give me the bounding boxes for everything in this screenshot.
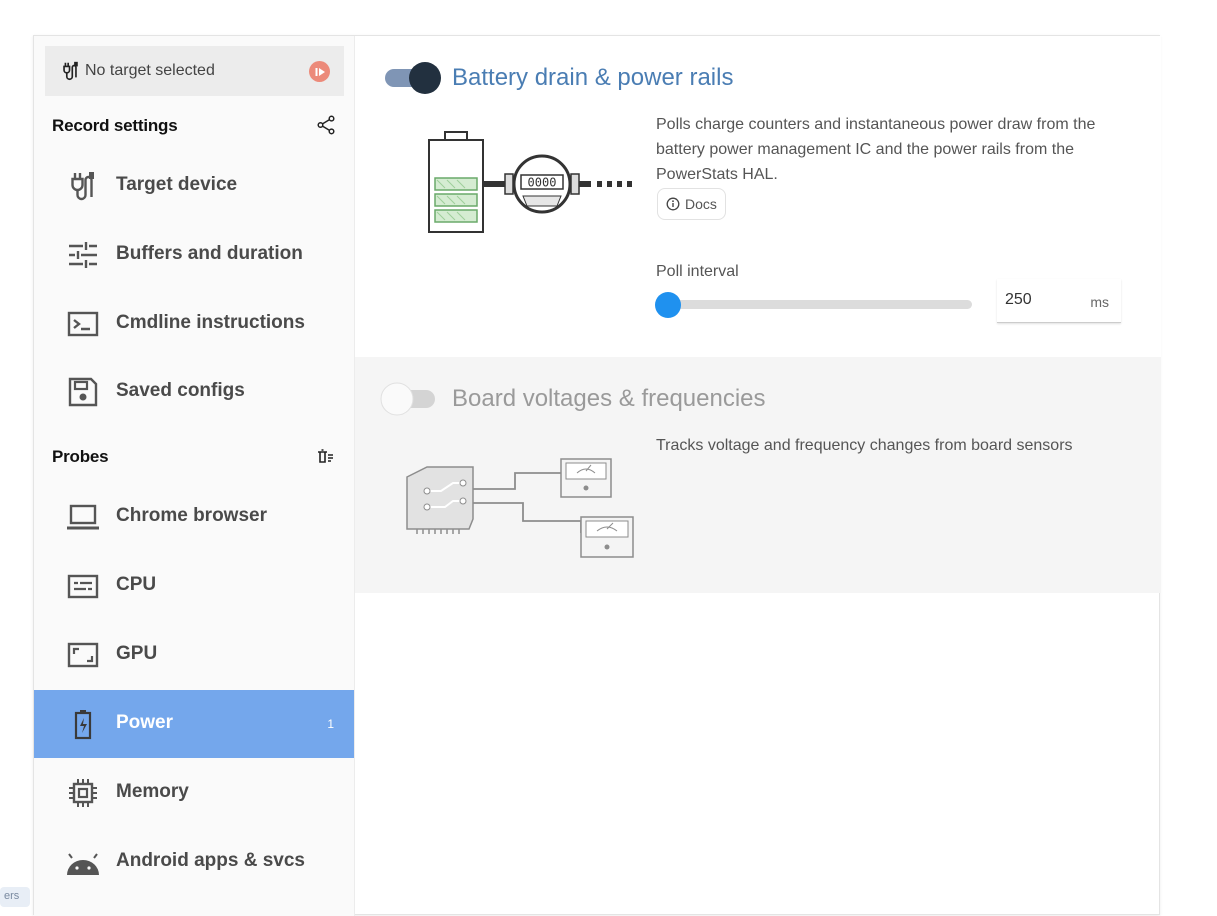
cable-icon xyxy=(63,61,78,81)
info-icon xyxy=(666,197,680,211)
nav-target-device[interactable]: Target device xyxy=(34,152,354,220)
probe-card-board-voltages: Board voltages & frequencies Tracks volt… xyxy=(355,357,1161,593)
nav-label: Chrome browser xyxy=(116,505,267,526)
nav-saved-configs[interactable]: Saved configs xyxy=(34,358,354,426)
docs-button[interactable]: Docs xyxy=(657,188,726,220)
board-sensors-illustration xyxy=(406,458,634,558)
nav-chrome-browser[interactable]: Chrome browser xyxy=(34,483,354,551)
poll-interval-value: 250 xyxy=(1005,291,1032,308)
probe-title: Board voltages & frequencies xyxy=(452,385,766,412)
record-icon xyxy=(315,67,325,76)
terminal-icon xyxy=(67,311,99,337)
probe-description: Polls charge counters and instantaneous … xyxy=(656,116,1096,183)
poll-interval-label: Poll interval xyxy=(656,263,739,280)
probe-description: Tracks voltage and frequency changes fro… xyxy=(656,437,1073,454)
poll-interval-input[interactable]: 250 ms xyxy=(997,279,1121,323)
poll-interval-unit: ms xyxy=(1090,294,1109,310)
docs-label: Docs xyxy=(685,196,717,212)
cable-icon xyxy=(71,172,94,201)
cpu-list-icon xyxy=(67,574,99,599)
probe-count-badge: 1 xyxy=(327,717,334,731)
meter-digits: 0000 xyxy=(528,176,557,190)
nav-label: Buffers and duration xyxy=(116,243,303,264)
clear-all-icon[interactable] xyxy=(315,447,335,467)
nav-memory[interactable]: Memory xyxy=(34,759,354,827)
android-icon xyxy=(67,853,99,875)
poll-interval-slider-track[interactable] xyxy=(668,300,972,309)
battery-meter-illustration: 0000 xyxy=(428,131,632,233)
sidebar: No target selected Record settings Targe xyxy=(34,36,355,916)
nav-label: Memory xyxy=(116,781,189,802)
gpu-icon xyxy=(67,642,99,668)
nav-cmdline-instructions[interactable]: Cmdline instructions xyxy=(34,290,354,358)
nav-gpu[interactable]: GPU xyxy=(34,621,354,689)
target-selector[interactable]: No target selected xyxy=(45,46,344,96)
nav-label: CPU xyxy=(116,574,157,595)
probe-card-battery: Battery drain & power rails 0000 Polls c… xyxy=(355,36,1161,357)
battery-charging-icon xyxy=(74,710,92,740)
nav-label: Target device xyxy=(116,174,238,195)
battery-probe-toggle[interactable] xyxy=(383,60,441,96)
chip-icon xyxy=(69,779,97,807)
target-label: No target selected xyxy=(85,62,215,79)
probe-title: Battery drain & power rails xyxy=(452,64,734,91)
save-icon xyxy=(68,377,98,407)
nav-label: Saved configs xyxy=(116,380,245,401)
nav-buffers-duration[interactable]: Buffers and duration xyxy=(34,221,354,289)
poll-interval-slider-thumb[interactable] xyxy=(655,292,681,318)
tooltip-fragment: ers xyxy=(0,887,30,907)
record-start-button[interactable] xyxy=(309,61,330,82)
record-settings-heading: Record settings xyxy=(52,116,178,135)
board-voltages-toggle[interactable] xyxy=(379,381,437,417)
nav-label: GPU xyxy=(116,643,158,664)
nav-label: Android apps & svcs xyxy=(116,850,305,871)
main-content: Battery drain & power rails 0000 Polls c… xyxy=(355,36,1161,916)
nav-label: Cmdline instructions xyxy=(116,312,305,333)
probes-heading: Probes xyxy=(52,447,109,466)
nav-label: Power xyxy=(116,712,174,733)
tune-icon xyxy=(69,242,97,268)
laptop-icon xyxy=(67,504,99,530)
nav-power[interactable]: Power 1 xyxy=(34,690,354,758)
nav-android-apps[interactable]: Android apps & svcs xyxy=(34,828,354,896)
share-icon[interactable] xyxy=(315,114,337,136)
nav-cpu[interactable]: CPU xyxy=(34,552,354,620)
record-page-panel: No target selected Record settings Targe xyxy=(33,35,1161,916)
